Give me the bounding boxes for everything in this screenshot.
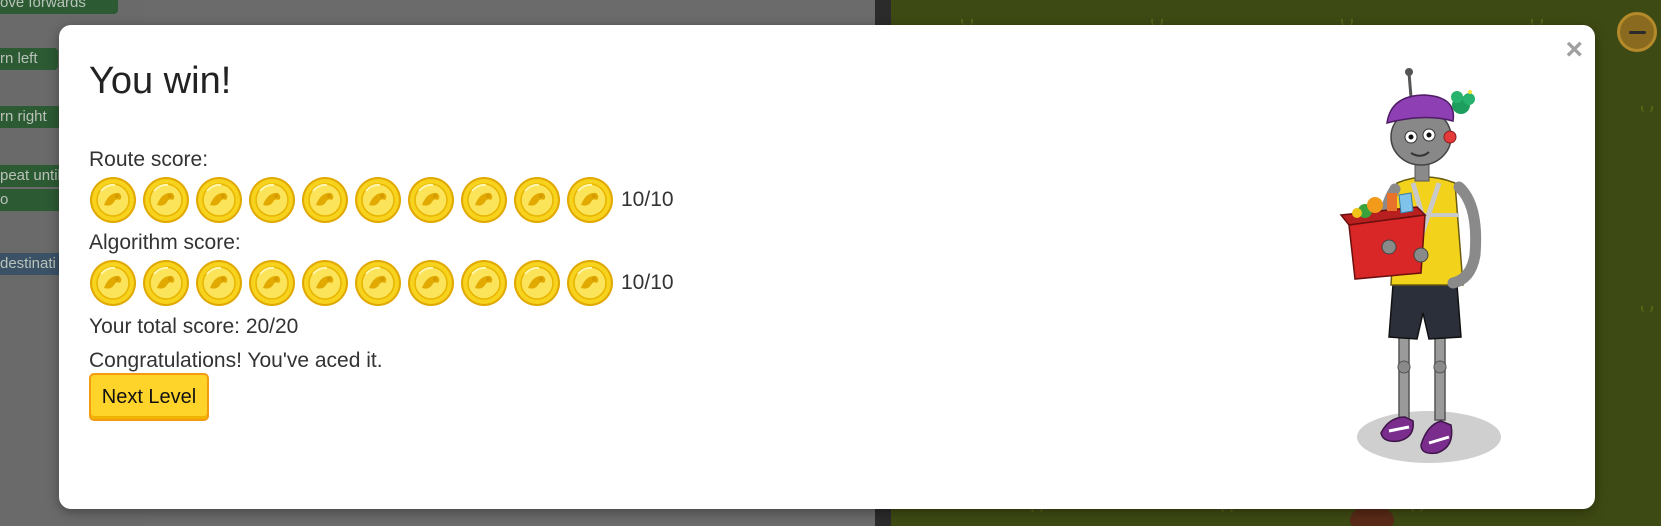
total-score-text: Your total score: 20/20 (89, 315, 299, 338)
gold-coin-icon (514, 260, 560, 306)
dialog-title: You win! (89, 60, 232, 102)
gold-coin-icon (90, 260, 136, 306)
gold-coin-icon (249, 177, 295, 223)
route-coin-row: 10/10 (89, 175, 674, 225)
gold-coin-icon (302, 260, 348, 306)
grass-tuft (1641, 105, 1653, 113)
gold-coin-icon (196, 260, 242, 306)
route-score-label: Route score: (89, 148, 209, 171)
block-repeat-until: peat until (0, 165, 68, 187)
gold-coin-icon (196, 177, 242, 223)
gold-coin-icon (143, 260, 189, 306)
gold-coin-icon (567, 177, 613, 223)
algorithm-score-value: 10/10 (621, 271, 674, 294)
gold-coin-icon (567, 260, 613, 306)
block-repeat-do: o (0, 189, 66, 211)
grass-tuft (1641, 305, 1653, 313)
gold-coin-icon (408, 177, 454, 223)
gold-coin-icon (355, 260, 401, 306)
gold-coin-icon (408, 260, 454, 306)
gold-coin-icon (514, 177, 560, 223)
block-turn-right: rn right (0, 106, 63, 128)
app-stage: ove forwards rn left rn right peat until… (0, 0, 1661, 526)
gold-coin-icon (90, 177, 136, 223)
gold-coin-icon (302, 177, 348, 223)
block-turn-left: rn left (0, 48, 58, 70)
algorithm-score-label: Algorithm score: (89, 231, 241, 254)
gold-coin-icon (355, 177, 401, 223)
route-score-value: 10/10 (621, 188, 674, 211)
gold-coin-icon (143, 177, 189, 223)
gold-coin-icon (461, 260, 507, 306)
win-dialog: × You win! Route score: 10/10 Algorithm … (59, 25, 1595, 509)
congratulations-message: Congratulations! You've aced it. (89, 349, 383, 372)
close-icon[interactable]: × (1565, 33, 1583, 67)
gold-coin-icon (249, 260, 295, 306)
block-move-forwards: ove forwards (0, 0, 118, 14)
robot-mascot-image (1339, 68, 1501, 463)
algorithm-coin-row: 10/10 (89, 258, 674, 308)
gold-coin-icon (461, 177, 507, 223)
zoom-out-button[interactable] (1617, 12, 1657, 52)
next-level-button[interactable]: Next Level (89, 373, 209, 421)
